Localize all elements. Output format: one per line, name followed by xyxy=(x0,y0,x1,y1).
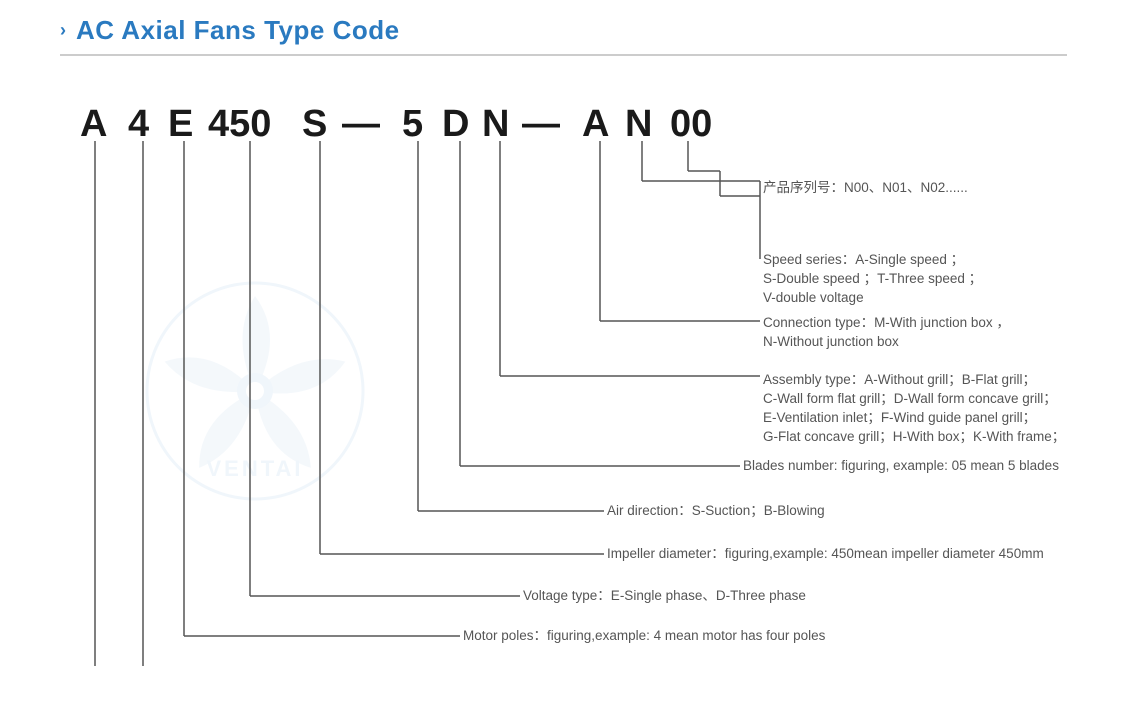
annotation-assembly-1: Assembly type：A-Without grill；B-Flat gri… xyxy=(763,372,1036,388)
annotation-voltage: Voltage type：E-Single phase、D-Three phas… xyxy=(523,588,806,603)
annotation-motor-poles: Motor poles：figuring,example: 4 mean mot… xyxy=(463,628,826,643)
page-container: › AC Axial Fans Type Code VE xyxy=(0,0,1127,711)
annotation-speed-series-1: Speed series：A-Single speed ； xyxy=(763,252,964,268)
code-E: E xyxy=(168,103,193,145)
diagram-area: VENTAI A 4 E 450 S — 5 D N — xyxy=(60,76,1067,666)
annotation-assembly-4: G-Flat concave grill；H-With box；K-With f… xyxy=(763,429,1065,445)
annotation-air-direction: Air direction：S-Suction；B-Blowing xyxy=(607,503,825,519)
page-title: AC Axial Fans Type Code xyxy=(76,15,400,46)
annotation-impeller: Impeller diameter：figuring,example: 450m… xyxy=(607,546,1044,561)
annotation-product-series: 产品序列号：N00、N01、N02...... xyxy=(763,180,968,195)
code-4: 4 xyxy=(128,103,149,145)
code-A: A xyxy=(80,103,107,145)
annotation-assembly-3: E-Ventilation inlet；F-Wind guide panel g… xyxy=(763,410,1036,426)
code-D: D xyxy=(442,103,469,145)
chevron-icon: › xyxy=(60,20,66,41)
code-dash2: — xyxy=(522,103,560,145)
code-A2: A xyxy=(582,103,609,145)
code-S: S xyxy=(302,103,327,145)
code-5: 5 xyxy=(402,103,423,145)
header: › AC Axial Fans Type Code xyxy=(60,15,1067,56)
annotation-assembly-2: C-Wall form flat grill；D-Wall form conca… xyxy=(763,391,1057,407)
code-dash1: — xyxy=(342,103,380,145)
code-00: 00 xyxy=(670,103,712,145)
annotation-speed-series-3: V-double voltage xyxy=(763,290,864,305)
code-N: N xyxy=(482,103,509,145)
type-code-diagram: A 4 E 450 S — 5 D N — A N 00 xyxy=(60,76,1067,666)
annotation-speed-series-2: S-Double speed ；T-Three speed ； xyxy=(763,271,982,287)
annotation-connection-1: Connection type：M-With junction box ， xyxy=(763,315,1010,330)
code-N2: N xyxy=(625,103,652,145)
annotation-blades: Blades number: figuring, example: 05 mea… xyxy=(743,458,1059,473)
code-450: 450 xyxy=(208,103,271,145)
annotation-connection-2: N-Without junction box xyxy=(763,334,899,349)
